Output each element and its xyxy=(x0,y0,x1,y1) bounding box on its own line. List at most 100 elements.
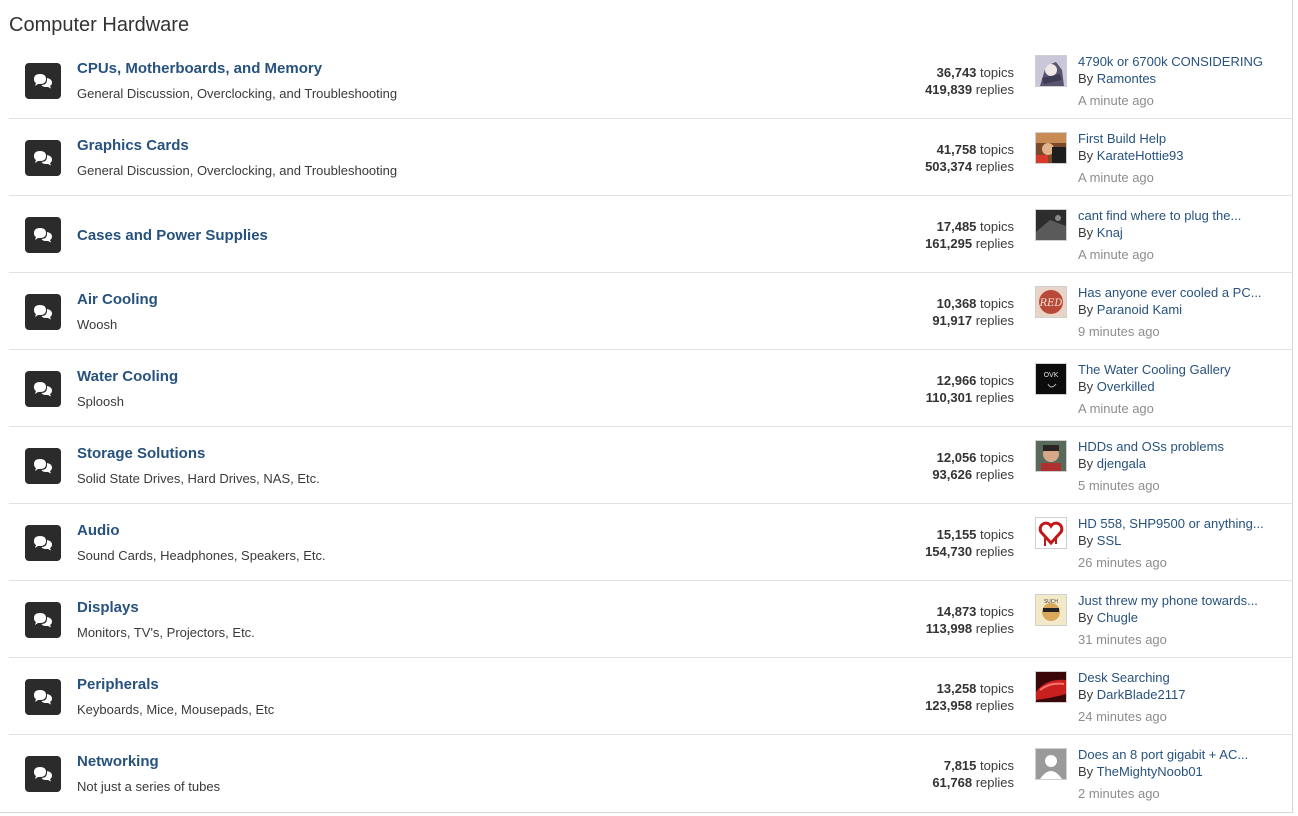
last-post-author-link[interactable]: DarkBlade2117 xyxy=(1097,687,1186,702)
svg-text:OVK: OVK xyxy=(1044,371,1059,379)
topics-count: 12,966 xyxy=(936,373,977,388)
last-post-info: 4790k or 6700k CONSIDERING By Ramontes A m… xyxy=(1078,53,1263,109)
forum-title-link[interactable]: Storage Solutions xyxy=(77,445,205,462)
topics-label: topics xyxy=(980,450,1014,465)
last-post-title-link[interactable]: First Build Help xyxy=(1078,130,1184,147)
forum-stats: 14,873 topics 113,998 replies xyxy=(926,603,1014,637)
replies-label: replies xyxy=(975,775,1014,790)
last-post-info: cant find where to plug the... By Knaj A m… xyxy=(1078,207,1241,263)
replies-count: 110,301 xyxy=(925,390,973,405)
dark-avatar[interactable] xyxy=(1035,209,1067,241)
chat-bubbles-icon xyxy=(25,679,61,715)
replies-count: 503,374 xyxy=(925,159,973,174)
forum-stats: 15,155 topics 154,730 replies xyxy=(925,526,1014,560)
forum-row: Displays Monitors, TV's, Projectors, Etc.… xyxy=(9,580,1293,657)
red-logo-avatar[interactable]: RED xyxy=(1035,286,1067,318)
last-post-title-link[interactable]: HDDs and OSs problems xyxy=(1078,438,1224,455)
forum-description: Sound Cards, Headphones, Speakers, Etc. xyxy=(77,548,326,563)
last-post-author-link[interactable]: TheMightyNoob01 xyxy=(1097,764,1203,779)
forum-row: Storage Solutions Solid State Drives, Har… xyxy=(9,426,1293,503)
topics-count: 14,873 xyxy=(936,604,977,619)
heart-avatar[interactable] xyxy=(1035,517,1067,549)
last-post-author-link[interactable]: Chugle xyxy=(1097,610,1138,625)
forum-description: Not just a series of tubes xyxy=(77,779,221,794)
last-post-title-link[interactable]: Has anyone ever cooled a PC... xyxy=(1078,284,1262,301)
last-post-author-link[interactable]: Overkilled xyxy=(1097,379,1155,394)
forum-stats: 17,485 topics 161,295 replies xyxy=(925,218,1014,252)
forum-title-link[interactable]: Air Cooling xyxy=(77,291,158,308)
by-label: By xyxy=(1078,302,1094,317)
replies-label: replies xyxy=(975,390,1014,405)
last-post-byline: By djengala xyxy=(1078,455,1224,472)
last-post-time: A minute ago xyxy=(1078,401,1154,416)
forum-description: General Discussion, Overclocking, and Tr… xyxy=(77,163,398,178)
last-post-byline: By Paranoid Kami xyxy=(1078,301,1262,318)
by-label: By xyxy=(1078,148,1094,163)
last-post-author-link[interactable]: Paranoid Kami xyxy=(1097,302,1182,317)
last-post-info: Has anyone ever cooled a PC... By Paranoi… xyxy=(1078,284,1262,340)
last-post-title-link[interactable]: cant find where to plug the... xyxy=(1078,207,1241,224)
replies-label: replies xyxy=(975,82,1014,97)
topics-count: 17,485 xyxy=(936,219,977,234)
photo-avatar[interactable] xyxy=(1035,132,1067,164)
anime-avatar[interactable] xyxy=(1035,55,1067,87)
last-post-info: HDDs and OSs problems By djengala 5 minute… xyxy=(1078,438,1224,494)
last-post-title-link[interactable]: The Water Cooling Gallery xyxy=(1078,361,1231,378)
replies-count: 91,917 xyxy=(932,313,973,328)
by-label: By xyxy=(1078,764,1094,779)
last-post-info: Does an 8 port gigabit + AC... By TheMigh… xyxy=(1078,746,1248,802)
topics-label: topics xyxy=(980,296,1014,311)
last-post-time: 24 minutes ago xyxy=(1078,709,1167,724)
black-text-avatar[interactable]: OVK xyxy=(1035,363,1067,395)
forum-description: Woosh xyxy=(77,317,118,332)
last-post-title-link[interactable]: Desk Searching xyxy=(1078,669,1185,686)
replies-label: replies xyxy=(975,236,1014,251)
forum-title-link[interactable]: Graphics Cards xyxy=(77,137,189,154)
replies-label: replies xyxy=(975,159,1014,174)
by-label: By xyxy=(1078,379,1094,394)
forum-title-link[interactable]: Audio xyxy=(77,522,120,539)
last-post-author-link[interactable]: SSL xyxy=(1097,533,1122,548)
last-post-title-link[interactable]: HD 558, SHP9500 or anything... xyxy=(1078,515,1264,532)
last-post-byline: By Chugle xyxy=(1078,609,1258,626)
forum-list: CPUs, Motherboards, and Memory General Di… xyxy=(9,42,1293,811)
forum-title-link[interactable]: CPUs, Motherboards, and Memory xyxy=(77,60,322,77)
red-car-avatar[interactable] xyxy=(1035,671,1067,703)
by-label: By xyxy=(1078,71,1094,86)
last-post-time: 26 minutes ago xyxy=(1078,555,1167,570)
last-post-author-link[interactable]: Ramontes xyxy=(1097,71,1156,86)
forum-row: CPUs, Motherboards, and Memory General Di… xyxy=(9,42,1293,118)
topics-count: 15,155 xyxy=(936,527,977,542)
replies-count: 113,998 xyxy=(925,621,973,636)
last-post-title-link[interactable]: Does an 8 port gigabit + AC... xyxy=(1078,746,1248,763)
last-post-author-link[interactable]: Knaj xyxy=(1097,225,1123,240)
by-label: By xyxy=(1078,533,1094,548)
chat-bubbles-icon xyxy=(25,294,61,330)
forum-panel: Computer Hardware CPUs, Motherboards, an… xyxy=(0,0,1293,813)
last-post-time: 5 minutes ago xyxy=(1078,478,1160,493)
last-post-byline: By Knaj xyxy=(1078,224,1241,241)
forum-title-link[interactable]: Peripherals xyxy=(77,676,159,693)
forum-title-link[interactable]: Networking xyxy=(77,753,159,770)
last-post-author-link[interactable]: KarateHottie93 xyxy=(1097,148,1184,163)
forum-title-link[interactable]: Displays xyxy=(77,599,139,616)
chat-bubbles-icon xyxy=(25,217,61,253)
face-avatar[interactable] xyxy=(1035,440,1067,472)
topics-count: 36,743 xyxy=(936,65,977,80)
last-post-title-link[interactable]: Just threw my phone towards... xyxy=(1078,592,1258,609)
topics-label: topics xyxy=(980,527,1014,542)
doge-avatar[interactable]: SUCH xyxy=(1035,594,1067,626)
last-post-title-link[interactable]: 4790k or 6700k CONSIDERING xyxy=(1078,53,1263,70)
last-post-author-link[interactable]: djengala xyxy=(1097,456,1146,471)
last-post-info: First Build Help By KarateHottie93 A minut… xyxy=(1078,130,1184,186)
topics-count: 13,258 xyxy=(936,681,977,696)
forum-row: Peripherals Keyboards, Mice, Mousepads, E… xyxy=(9,657,1293,734)
topics-count: 12,056 xyxy=(936,450,977,465)
default-user-avatar[interactable] xyxy=(1035,748,1067,780)
topics-label: topics xyxy=(980,219,1014,234)
section-title: Computer Hardware xyxy=(9,14,190,36)
forum-title-link[interactable]: Cases and Power Supplies xyxy=(77,227,268,244)
topics-count: 10,368 xyxy=(936,296,977,311)
last-post-byline: By KarateHottie93 xyxy=(1078,147,1184,164)
forum-title-link[interactable]: Water Cooling xyxy=(77,368,178,385)
